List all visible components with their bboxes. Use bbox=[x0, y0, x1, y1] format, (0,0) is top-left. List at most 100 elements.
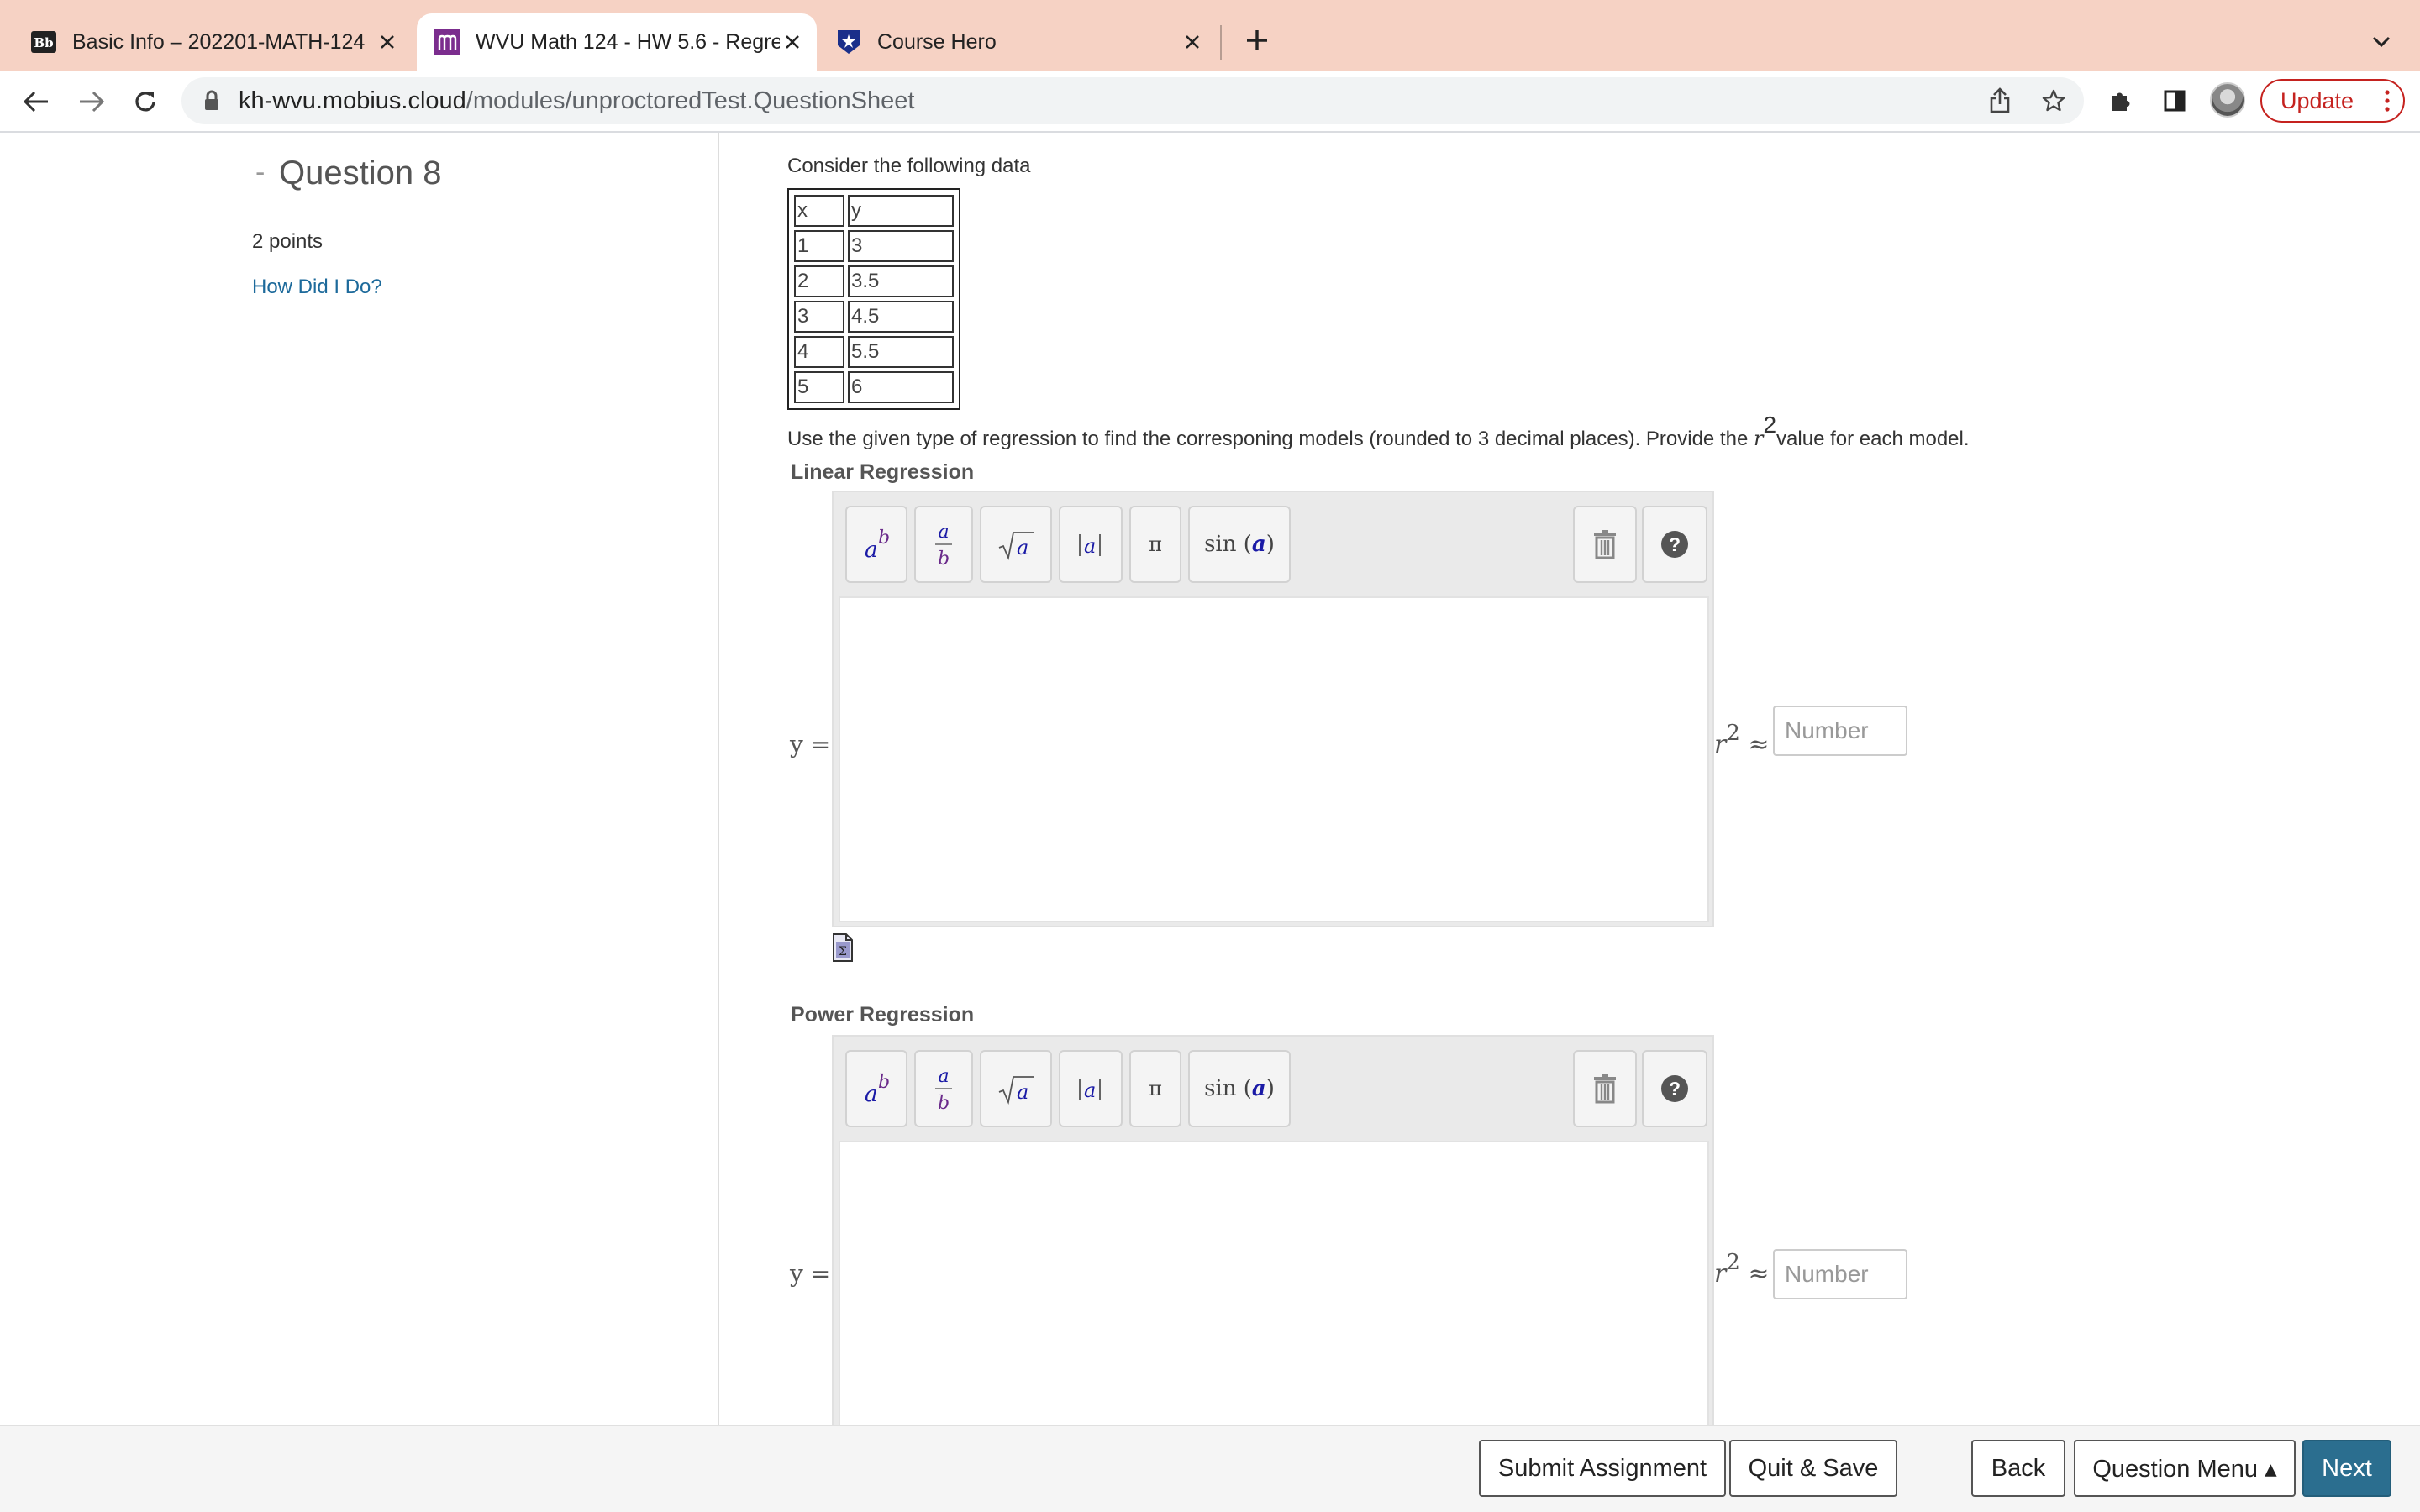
new-tab-icon[interactable] bbox=[1239, 22, 1276, 59]
table-header-row: x y bbox=[794, 195, 954, 227]
mobius-icon bbox=[434, 29, 460, 55]
side-panel-icon[interactable] bbox=[2156, 82, 2193, 119]
svg-text:a: a bbox=[938, 1066, 949, 1087]
table-row: 5 6 bbox=[794, 371, 954, 403]
linear-equation-input[interactable] bbox=[839, 596, 1709, 922]
trash-icon bbox=[1594, 1074, 1616, 1104]
reload-icon[interactable] bbox=[124, 81, 166, 123]
url-domain: kh-wvu.mobius.cloud bbox=[239, 87, 466, 114]
table-row: 3 4.5 bbox=[794, 301, 954, 333]
collapse-dash[interactable]: - bbox=[255, 156, 265, 189]
profile-avatar[interactable] bbox=[2210, 82, 2245, 118]
chevron-down-icon[interactable] bbox=[2363, 25, 2400, 59]
trash-button[interactable] bbox=[1573, 506, 1637, 583]
sin-arg: a bbox=[1251, 532, 1266, 557]
question-title: Question 8 bbox=[279, 155, 442, 192]
svg-text:a: a bbox=[865, 538, 878, 563]
tab-mobius[interactable]: WVU Math 124 - HW 5.6 - Regression bbox=[417, 13, 817, 71]
power-r2-input[interactable] bbox=[1773, 1249, 1907, 1299]
sin-button[interactable]: sin (a) bbox=[1188, 1050, 1291, 1127]
table-cell: 1 bbox=[794, 230, 844, 262]
instruction-text: Use the given type of regression to find… bbox=[787, 428, 1754, 450]
svg-text:?: ? bbox=[1669, 1078, 1681, 1100]
linear-r2-input[interactable] bbox=[1773, 706, 1907, 756]
power-equation-input[interactable] bbox=[839, 1141, 1709, 1435]
svg-text:Σ: Σ bbox=[839, 945, 847, 958]
quit-save-button[interactable]: Quit & Save bbox=[1729, 1440, 1897, 1497]
fraction-button[interactable]: ab bbox=[914, 1050, 973, 1127]
r-exponent: 2 bbox=[1726, 1250, 1740, 1275]
table-cell: 4.5 bbox=[848, 301, 954, 333]
linear-r2-label: r2 ≈ bbox=[1714, 721, 1770, 759]
pi-button[interactable]: π bbox=[1129, 506, 1181, 583]
abs-button[interactable]: a bbox=[1059, 1050, 1123, 1127]
close-tab-icon[interactable] bbox=[375, 29, 400, 55]
sqrt-button[interactable]: a bbox=[980, 1050, 1052, 1127]
help-icon: ? bbox=[1661, 1075, 1688, 1102]
sqrt-icon: a bbox=[998, 532, 1034, 561]
tab-blackboard[interactable]: Bb Basic Info – 202201-MATH-124 bbox=[30, 13, 400, 71]
next-button[interactable]: Next bbox=[2302, 1440, 2391, 1497]
fraction-icon: ab bbox=[935, 522, 952, 570]
approx-symbol: ≈ bbox=[1739, 1259, 1770, 1289]
power-regression-label: Power Regression bbox=[791, 1003, 975, 1026]
more-vert-icon[interactable] bbox=[2385, 89, 2390, 117]
question-instruction: Use the given type of regression to find… bbox=[787, 412, 1970, 451]
svg-text:a: a bbox=[1084, 1079, 1096, 1102]
table-row: 1 3 bbox=[794, 230, 954, 262]
submit-assignment-button[interactable]: Submit Assignment bbox=[1479, 1440, 1726, 1497]
power-r2-label: r2 ≈ bbox=[1714, 1250, 1770, 1289]
power-button[interactable]: ab bbox=[845, 1050, 908, 1127]
abs-button[interactable]: a bbox=[1059, 506, 1123, 583]
forward-arrow-icon[interactable] bbox=[71, 81, 113, 123]
table-cell: 4 bbox=[794, 336, 844, 368]
sqrt-button[interactable]: a bbox=[980, 506, 1052, 583]
trash-button[interactable] bbox=[1573, 1050, 1637, 1127]
help-button[interactable]: ? bbox=[1642, 506, 1707, 583]
pi-button[interactable]: π bbox=[1129, 1050, 1181, 1127]
power-button[interactable]: ab bbox=[845, 506, 908, 583]
url-text[interactable]: kh-wvu.mobius.cloud/modules/unproctoredT… bbox=[239, 87, 914, 115]
sin-button[interactable]: sin (a) bbox=[1188, 506, 1291, 583]
sin-label: sin ( bbox=[1204, 532, 1252, 557]
tab-separator bbox=[1220, 25, 1222, 60]
table-cell: 6 bbox=[848, 371, 954, 403]
sidebar-divider bbox=[718, 133, 719, 1426]
update-button[interactable]: Update bbox=[2260, 79, 2405, 123]
close-tab-icon[interactable] bbox=[780, 29, 805, 55]
tab-course-hero[interactable]: Course Hero bbox=[835, 13, 1205, 71]
help-button[interactable]: ? bbox=[1642, 1050, 1707, 1127]
sin-close: ) bbox=[1265, 532, 1275, 557]
r-symbol: r bbox=[1714, 1259, 1727, 1289]
how-did-i-do-link[interactable]: How Did I Do? bbox=[252, 276, 382, 299]
table-header-cell: x bbox=[794, 195, 844, 227]
svg-text:b: b bbox=[878, 1072, 890, 1093]
fraction-button[interactable]: ab bbox=[914, 506, 973, 583]
fraction-icon: ab bbox=[935, 1066, 952, 1114]
question-menu-button[interactable]: Question Menu ▴ bbox=[2074, 1440, 2296, 1497]
svg-text:b: b bbox=[878, 528, 890, 549]
svg-text:a: a bbox=[1084, 534, 1096, 558]
back-arrow-icon[interactable] bbox=[15, 81, 57, 123]
close-tab-icon[interactable] bbox=[1180, 29, 1205, 55]
instruction-text-end: value for each model. bbox=[1776, 428, 1970, 450]
svg-text:a: a bbox=[938, 522, 949, 543]
equation-preview-icon[interactable]: Σ bbox=[832, 932, 854, 963]
lock-icon[interactable] bbox=[195, 84, 229, 118]
table-header-cell: y bbox=[848, 195, 954, 227]
table-cell: 5 bbox=[794, 371, 844, 403]
update-label: Update bbox=[2281, 87, 2354, 113]
extensions-puzzle-icon[interactable] bbox=[2102, 82, 2139, 119]
sin-arg: a bbox=[1251, 1076, 1266, 1101]
svg-text:a: a bbox=[1017, 536, 1028, 559]
bookmark-star-icon[interactable] bbox=[2037, 84, 2070, 118]
table-cell: 2 bbox=[794, 265, 844, 297]
table-cell: 3.5 bbox=[848, 265, 954, 297]
data-table: x y 1 3 2 3.5 3 4.5 4 5.5 5 6 bbox=[787, 188, 960, 410]
power-equation-editor: ab ab a a π sin (a) ? bbox=[832, 1035, 1714, 1435]
table-cell: 3 bbox=[848, 230, 954, 262]
share-icon[interactable] bbox=[1983, 84, 2017, 118]
tab-title: Course Hero bbox=[877, 29, 997, 54]
back-button[interactable]: Back bbox=[1971, 1440, 2065, 1497]
power-icon: ab bbox=[865, 528, 890, 563]
